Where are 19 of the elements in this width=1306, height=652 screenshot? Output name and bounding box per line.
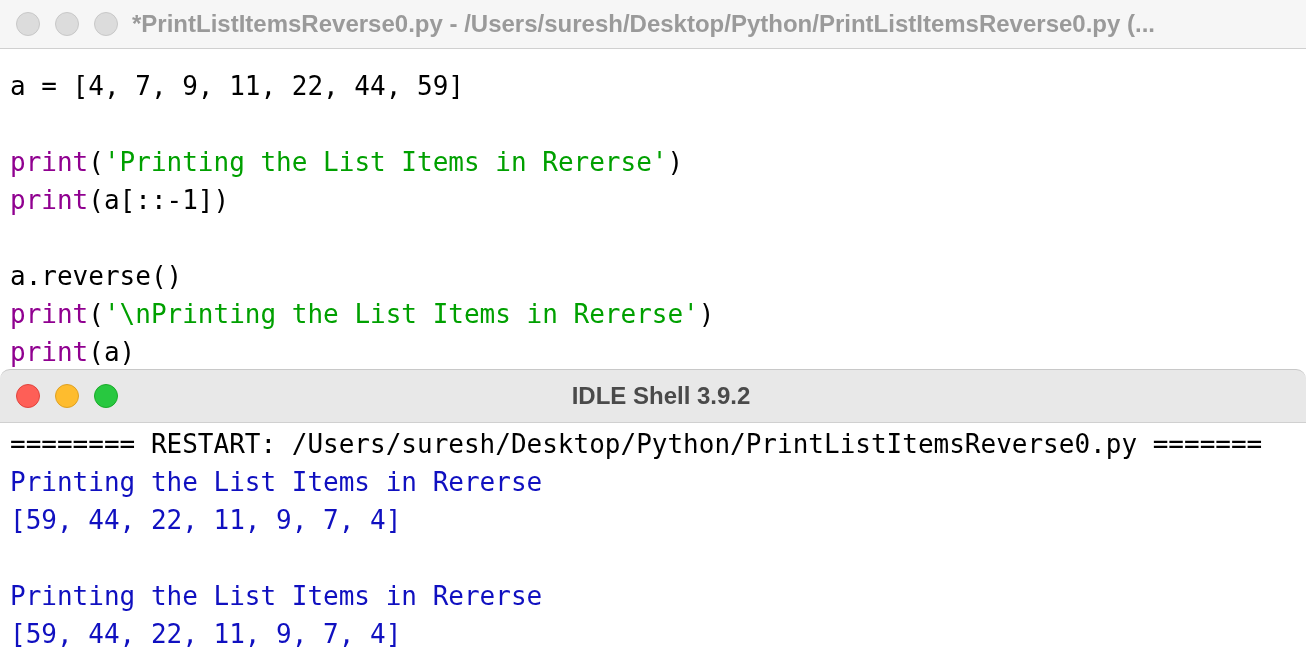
minimize-button[interactable] [55, 384, 79, 408]
minimize-button[interactable] [55, 12, 79, 36]
code-line: print(a[::-1]) [10, 185, 230, 215]
zoom-button[interactable] [94, 384, 118, 408]
close-button[interactable] [16, 12, 40, 36]
window-title: IDLE Shell 3.9.2 [570, 382, 752, 410]
code-line: ======== RESTART: /Users/suresh/Desktop/Python/PrintListItemsReverse0.py ======= [10, 429, 1263, 459]
code-line: a = [4, 7, 9, 11, 22, 44, 59] [10, 71, 464, 101]
code-line: Printing the List Items in Rererse [10, 467, 543, 497]
window-title: *PrintListItemsReverse0.py - /Users/suresh/Desktop/Python/PrintListItemsReverse0.py (... [132, 10, 1156, 38]
zoom-button[interactable] [94, 12, 118, 36]
code-line: a.reverse() [10, 261, 183, 291]
code-line: Printing the List Items in Rererse [10, 581, 543, 611]
code-line: print('\nPrinting the List Items in Rererse') [10, 299, 715, 329]
code-line: print('Printing the List Items in Rererse') [10, 147, 684, 177]
code-line: print(a) [10, 337, 136, 367]
code-line: [59, 44, 22, 11, 9, 7, 4] [10, 505, 402, 535]
close-button[interactable] [16, 384, 40, 408]
code-line: [59, 44, 22, 11, 9, 7, 4] [10, 619, 402, 649]
